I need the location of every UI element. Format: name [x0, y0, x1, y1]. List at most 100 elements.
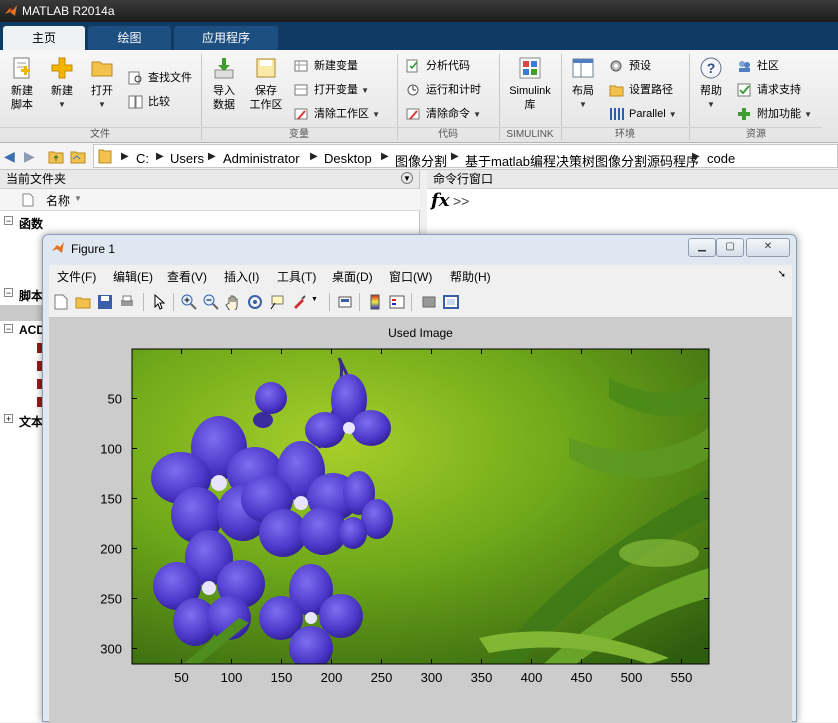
maximize-button[interactable]: ▢ [716, 238, 744, 257]
y-tick-label: 150 [100, 492, 122, 507]
data-cursor-icon[interactable] [269, 294, 285, 310]
run-and-time-icon [407, 84, 419, 96]
layout-icon [572, 58, 594, 78]
close-button[interactable]: ✕ [746, 238, 790, 257]
legend-icon[interactable] [389, 294, 405, 310]
toolbar-divider [143, 293, 144, 311]
pan-hand-icon[interactable] [225, 294, 241, 310]
open-button[interactable]: 打开 ▼ [84, 56, 120, 112]
addons-button[interactable]: 附加功能 ▼ [737, 104, 812, 124]
pointer-icon[interactable] [151, 294, 167, 310]
panel-menu-icon[interactable]: ▼ [401, 172, 413, 184]
tab-home[interactable]: 主页 [3, 26, 85, 50]
breadcrumb-code[interactable]: code [707, 151, 735, 166]
menu-window[interactable]: 窗口(W) [389, 268, 432, 285]
chevron-down-icon: ▼ [361, 86, 369, 95]
menu-tools[interactable]: 工具(T) [277, 268, 316, 285]
help-button[interactable]: ? 帮助 ▼ [694, 56, 728, 112]
up-folder-icon[interactable] [48, 149, 64, 164]
forward-arrow-icon[interactable]: ▶ [24, 148, 35, 165]
parallel-button[interactable]: Parallel ▼ [609, 104, 677, 124]
selected-file-row[interactable] [0, 305, 44, 321]
simulink-library-button[interactable]: Simulink 库 [504, 56, 556, 112]
collapse-icon[interactable]: − [4, 216, 13, 226]
x-tick-label: 100 [221, 670, 243, 685]
menu-help[interactable]: 帮助(H) [450, 268, 491, 285]
community-button[interactable]: 社区 [737, 56, 779, 76]
analyze-code-button[interactable]: 分析代码 [406, 56, 470, 76]
folder-group-functions[interactable]: − 函数 [0, 214, 420, 232]
image-axes[interactable]: 50 100 150 200 250 300 350 400 450 500 550 50 100 15… [49, 318, 792, 723]
zoom-in-icon[interactable] [181, 294, 197, 310]
breadcrumb-desktop[interactable]: Desktop [324, 151, 372, 166]
clear-commands-icon [406, 108, 420, 120]
menu-edit[interactable]: 编辑(E) [113, 268, 153, 285]
menu-dock-icon[interactable]: ➘ [778, 269, 786, 280]
save-icon[interactable] [97, 294, 113, 310]
x-tick-label: 350 [471, 670, 493, 685]
breadcrumb-project[interactable]: 基于matlab编程决策树图像分割源码程序 [465, 151, 699, 170]
expand-icon[interactable]: + [4, 414, 13, 424]
figure-title-bar[interactable]: Figure 1 ▁ ▢ ✕ [43, 235, 796, 261]
print-icon[interactable] [119, 294, 135, 310]
menu-view[interactable]: 查看(V) [167, 268, 207, 285]
folder-open-icon [91, 61, 113, 77]
preferences-button[interactable]: 预设 [609, 56, 651, 76]
find-files-button[interactable]: 查找文件 [128, 68, 192, 88]
menu-desktop[interactable]: 桌面(D) [332, 268, 373, 285]
menu-insert[interactable]: 插入(I) [224, 268, 259, 285]
back-arrow-icon[interactable]: ◀ [4, 148, 15, 165]
set-path-button[interactable]: 设置路径 [609, 80, 673, 100]
show-plot-tools-icon[interactable] [443, 294, 459, 310]
community-icon [739, 61, 750, 72]
run-and-time-button[interactable]: 运行和计时 [406, 80, 481, 100]
breadcrumb-separator: ▶ [451, 151, 459, 162]
menu-file[interactable]: 文件(F) [57, 268, 96, 285]
clear-commands-button[interactable]: 清除命令 ▼ [406, 104, 481, 124]
minimize-button[interactable]: ▁ [688, 238, 716, 257]
link-icon[interactable] [337, 294, 353, 310]
figure-title: Figure 1 [71, 242, 116, 256]
y-tick-label: 300 [100, 642, 122, 657]
tab-plots[interactable]: 绘图 [88, 26, 171, 50]
breadcrumb-administrator[interactable]: Administrator [223, 151, 300, 166]
compare-button[interactable]: 比较 [128, 92, 170, 112]
breadcrumb-image-segmentation[interactable]: 图像分割 [395, 151, 447, 170]
fx-icon[interactable]: fx [431, 190, 449, 211]
folder-column-header[interactable]: 名称 ▼ [0, 189, 420, 211]
breadcrumb-users[interactable]: Users [170, 151, 204, 166]
group-resources-label: 资源 [690, 127, 822, 141]
collapse-icon[interactable]: − [4, 288, 13, 298]
new-figure-icon[interactable] [53, 294, 69, 310]
command-prompt[interactable]: >> [453, 193, 469, 209]
colorbar-icon[interactable] [367, 294, 383, 310]
collapse-icon[interactable]: − [4, 324, 13, 334]
tab-apps[interactable]: 应用程序 [174, 26, 278, 50]
app-title-bar: MATLAB R2014a [0, 0, 838, 22]
toolbar-divider [411, 293, 412, 311]
breadcrumb-drive[interactable]: C: [136, 151, 149, 166]
clear-workspace-button[interactable]: 清除工作区 ▼ [294, 104, 380, 124]
open-file-icon[interactable] [75, 294, 91, 310]
chevron-down-icon: ▼ [804, 110, 812, 119]
brush-dropdown-icon[interactable]: ▼ [311, 296, 318, 303]
toolbar-divider [173, 293, 174, 311]
clear-workspace-icon [294, 108, 308, 120]
rotate-icon[interactable] [247, 294, 263, 310]
new-script-button[interactable]: 新建 脚本 [4, 56, 40, 112]
open-variable-button[interactable]: 打开变量 ▼ [294, 80, 369, 100]
figure-window[interactable]: Figure 1 ▁ ▢ ✕ 文件(F) 编辑(E) 查看(V) 插入(I) 工… [42, 234, 797, 723]
request-support-button[interactable]: 请求支持 [737, 80, 801, 100]
save-workspace-button[interactable]: 保存 工作区 [246, 56, 286, 112]
new-button[interactable]: 新建 ▼ [44, 56, 80, 112]
import-data-button[interactable]: 导入 数据 [206, 56, 242, 112]
brush-icon[interactable] [291, 294, 307, 310]
addons-icon [738, 108, 750, 120]
hide-plot-tools-icon[interactable] [421, 294, 437, 310]
new-variable-button[interactable]: 新建变量 [294, 56, 358, 76]
path-field[interactable]: ▶ C: ▶ Users ▶ Administrator ▶ Desktop ▶… [93, 144, 838, 170]
layout-button[interactable]: 布局 ▼ [566, 56, 600, 112]
zoom-out-icon[interactable] [203, 294, 219, 310]
browse-folder-icon[interactable] [70, 149, 86, 164]
x-tick-label: 550 [671, 670, 693, 685]
